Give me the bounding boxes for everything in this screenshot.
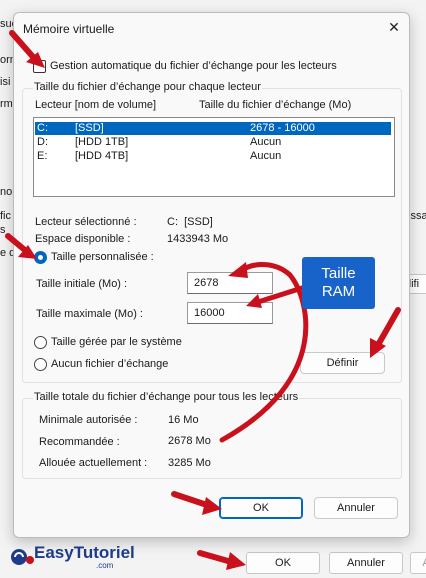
arrowhead-max-input <box>246 294 262 308</box>
arrowhead-initial <box>228 262 248 278</box>
callout-line2: RAM <box>321 283 356 300</box>
arrow-to-set <box>375 307 401 348</box>
arrow-to-ok <box>171 491 207 507</box>
arrowhead-ok <box>202 497 222 515</box>
arrow-to-radio <box>5 233 29 254</box>
arrowhead-bg-ok <box>226 552 246 570</box>
callout-line1: Taille <box>321 265 356 282</box>
brand-domain: .com <box>96 561 114 570</box>
arrow-to-max-input <box>255 285 305 305</box>
arrow-to-checkbox <box>9 30 37 61</box>
brand-name: EasyTutoriel <box>34 543 135 562</box>
ram-callout: Taille RAM <box>302 257 375 309</box>
arrow-to-bg-ok <box>197 550 231 564</box>
